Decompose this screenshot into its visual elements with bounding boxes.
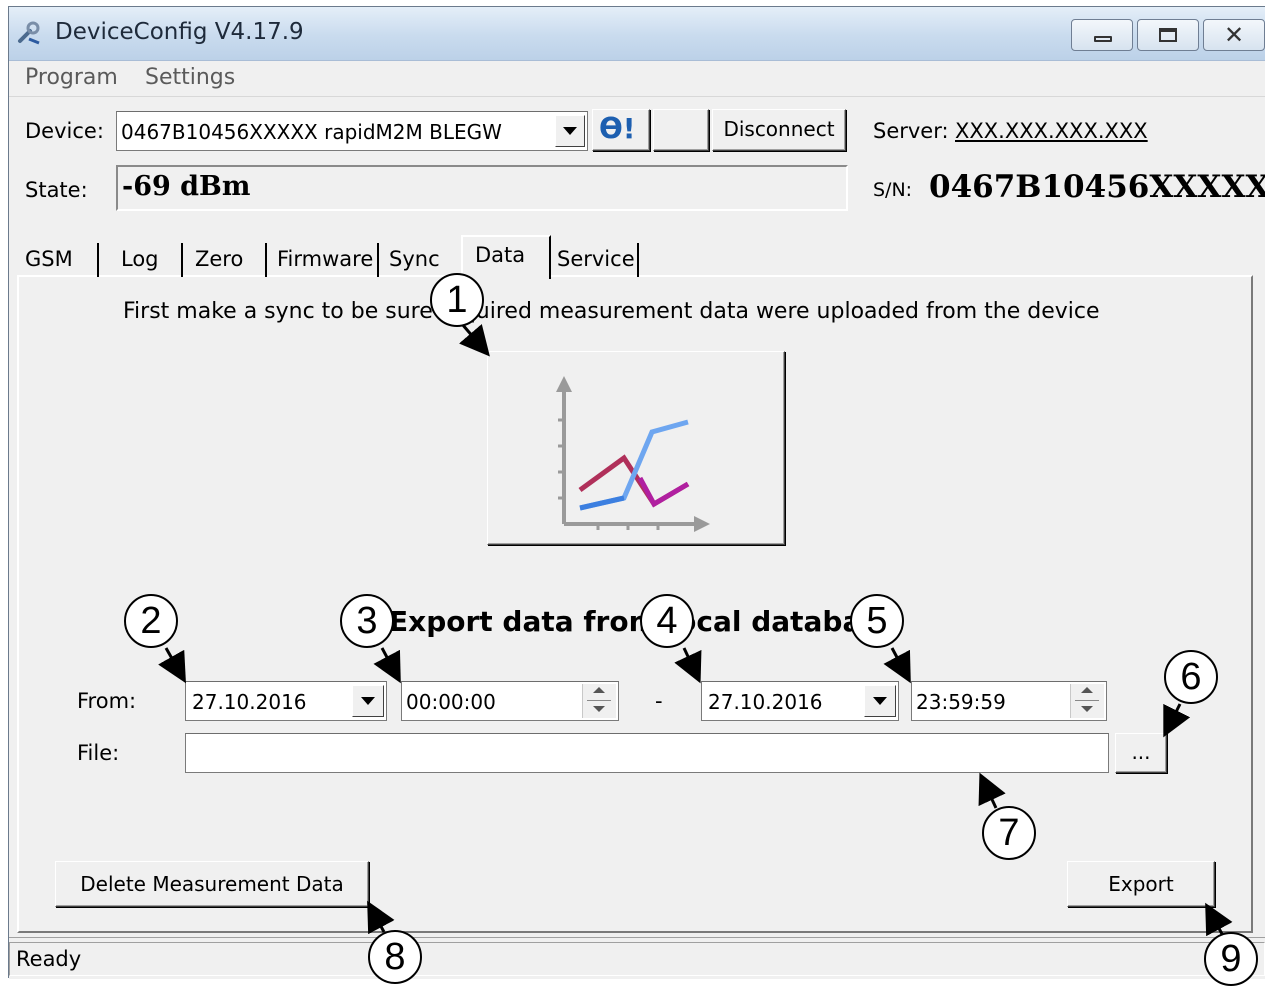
callout-arrow-4 <box>674 647 702 684</box>
callout-arrow-8 <box>367 900 395 935</box>
callout-arrows-overlay <box>158 323 1233 937</box>
callout-arrow-6 <box>1163 703 1191 738</box>
callout-7: 7 <box>982 806 1036 860</box>
callout-1: 1 <box>430 273 484 327</box>
callout-arrow-7 <box>978 772 1006 809</box>
callout-arrow-3 <box>373 647 401 684</box>
callout-4: 4 <box>640 594 694 648</box>
callout-arrow-1 <box>458 323 490 357</box>
callout-2: 2 <box>124 594 178 648</box>
callout-5: 5 <box>850 594 904 648</box>
callout-9: 9 <box>1204 932 1258 986</box>
callout-arrow-9 <box>1205 902 1233 937</box>
callout-arrow-5 <box>883 647 911 684</box>
callout-8: 8 <box>368 930 422 984</box>
callout-arrow-2 <box>158 647 186 684</box>
callout-3: 3 <box>340 594 394 648</box>
callout-6: 6 <box>1164 650 1218 704</box>
